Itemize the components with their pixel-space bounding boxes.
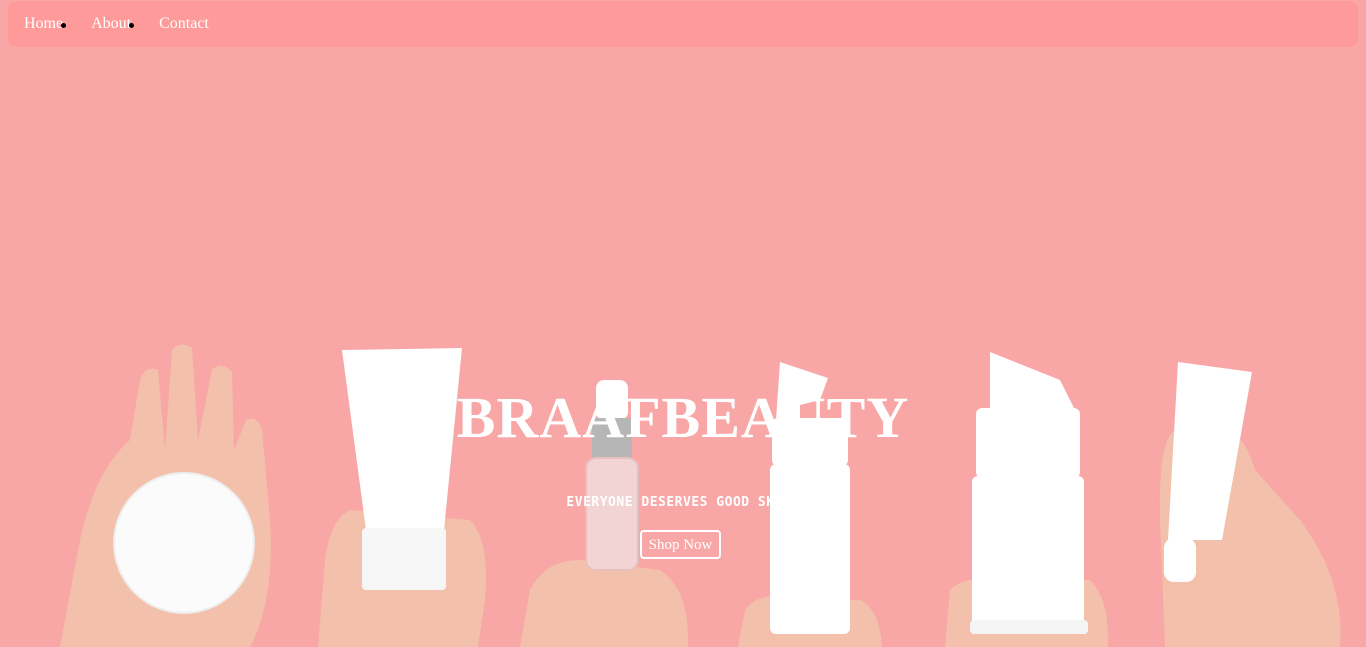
nav-link-label: Home	[24, 15, 64, 32]
nav-link-label: Contact	[159, 15, 209, 32]
bullet-dot-icon	[61, 23, 67, 28]
nav-link-home[interactable]: Home	[24, 15, 67, 33]
shop-now-button[interactable]: Shop Now	[640, 530, 721, 559]
top-navbar: Home About Contact	[8, 1, 1358, 47]
hero-tagline: EVERYONE DESERVES GOOD SKIN!	[566, 495, 800, 510]
nav-link-contact[interactable]: Contact	[159, 15, 209, 33]
bullet-dot-icon	[129, 23, 135, 28]
nav-link-label: About	[91, 15, 132, 32]
brand-title: BRAAFBEAUTY	[456, 385, 910, 450]
nav-link-about[interactable]: About	[91, 15, 135, 33]
